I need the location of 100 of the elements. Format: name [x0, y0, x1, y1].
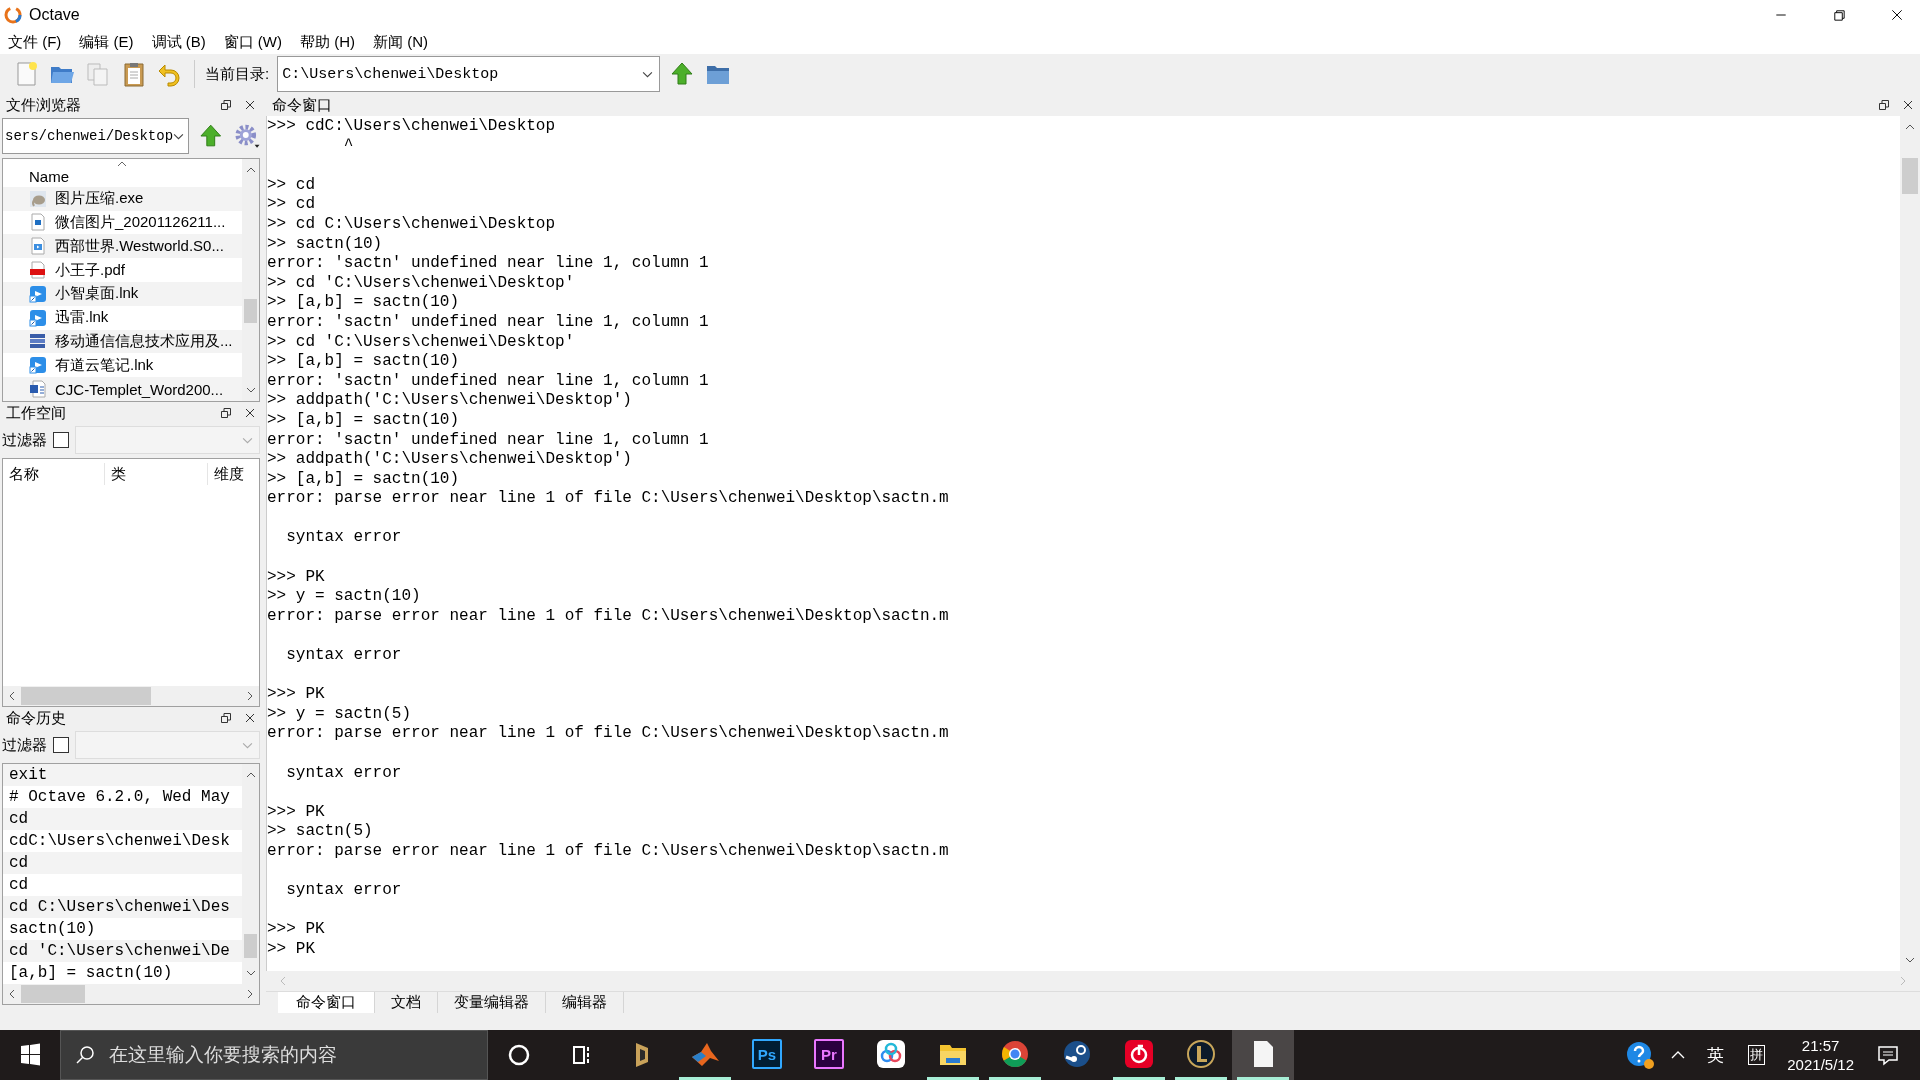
file-name[interactable]: 有道云笔记.lnk	[55, 355, 154, 375]
scrollbar-thumb[interactable]	[244, 934, 257, 958]
stacked-books-icon	[29, 332, 47, 351]
path-dropdown[interactable]: sers/chenwei/Desktop	[2, 118, 189, 154]
scrollbar-thumb[interactable]	[1902, 158, 1918, 194]
console-line: error: 'sactn' undefined near line 1, column 1	[267, 430, 709, 451]
console-line: >> y = sactn(10)	[267, 587, 421, 607]
scrollbar-thumb[interactable]	[244, 299, 257, 323]
history-entry[interactable]: cd	[3, 852, 242, 874]
file-name[interactable]: 微信图片_20201126211...	[55, 212, 226, 232]
input-method-indicator[interactable]: 拼	[1748, 1045, 1766, 1065]
console-line: error: parse error near line 1 of file C:\Users\chenwei\Desktop\sactn.m	[267, 489, 949, 509]
shortcut-icon	[29, 356, 47, 375]
tab[interactable]: 命令窗口	[278, 992, 375, 1013]
history-entry[interactable]: [a,b] = sactn(10)	[3, 962, 242, 984]
game-icon[interactable]	[1186, 1039, 1216, 1069]
console-line: >>> PK	[267, 684, 325, 705]
history-entry[interactable]: cd 'C:\Users\chenwei\De	[3, 940, 242, 962]
history-entry[interactable]: exit	[3, 764, 242, 786]
menu-item[interactable]: 新闻 (N)	[373, 32, 428, 52]
filter-label: 过滤器	[2, 735, 47, 755]
console-line: >> [a,b] = sactn(10)	[267, 352, 460, 372]
console-line: >> cd 'C:\Users\chenwei\Desktop'	[267, 332, 575, 353]
scrollbar[interactable]	[3, 984, 259, 1004]
history-entry[interactable]: cdC:\Users\chenwei\Desk	[3, 830, 242, 852]
undock-icon[interactable]	[220, 99, 232, 111]
console-line: error: parse error near line 1 of file C:\Users\chenwei\Desktop\sactn.m	[267, 841, 949, 862]
notification-icon[interactable]	[1876, 1043, 1900, 1067]
column-header[interactable]: 名称	[3, 463, 105, 485]
console-line: >> cd	[267, 195, 315, 215]
chrome-icon[interactable]	[1000, 1039, 1030, 1069]
search-icon	[75, 1045, 95, 1065]
menu-item[interactable]: 调试 (B)	[151, 32, 206, 52]
column-header[interactable]: 维度	[208, 463, 259, 485]
help-icon[interactable]	[1625, 1040, 1656, 1070]
console-line: error: 'sactn' undefined near line 1, column 1	[267, 312, 709, 333]
column-header[interactable]: Name	[29, 167, 69, 187]
image-file-icon	[29, 213, 47, 232]
scrollbar-thumb[interactable]	[21, 687, 151, 705]
console-line: ^	[342, 136, 354, 157]
pdf-file-icon	[29, 261, 47, 280]
scrollbar[interactable]	[3, 686, 259, 706]
column-header[interactable]: 类	[105, 463, 208, 485]
shortcut-icon	[29, 284, 47, 303]
console-line: >> cd 'C:\Users\chenwei\Desktop'	[267, 273, 575, 294]
console-line: syntax error	[285, 527, 402, 549]
history-entry[interactable]: sactn(10)	[3, 918, 242, 940]
search-field[interactable]: 在这里输入你要搜索的内容	[60, 1030, 488, 1080]
undock-icon[interactable]	[1878, 99, 1890, 111]
menu-item[interactable]: 文件 (F)	[8, 32, 62, 52]
filter-checkbox[interactable]	[53, 737, 69, 753]
chevron-up-icon[interactable]	[1671, 1050, 1686, 1060]
history-entry[interactable]: cd C:\Users\chenwei\Des	[3, 896, 242, 918]
console-line: >> PK	[267, 939, 315, 960]
console-line: >>> PK	[267, 919, 325, 940]
history-entry[interactable]: cd	[3, 874, 242, 896]
close-icon[interactable]	[1902, 99, 1914, 111]
menu-item[interactable]: 窗口 (W)	[223, 32, 282, 52]
panel-title: 文件浏览器	[6, 95, 81, 115]
console-line: >> addpath('C:\Users\chenwei\Desktop')	[267, 450, 632, 470]
file-name[interactable]: 小王子.pdf	[55, 260, 126, 280]
menu-item[interactable]: 帮助 (H)	[300, 32, 355, 52]
scrollbar[interactable]	[242, 159, 259, 401]
undock-icon[interactable]	[220, 407, 232, 419]
console-line: >> addpath('C:\Users\chenwei\Desktop')	[267, 391, 632, 411]
current-directory-dropdown[interactable]: C:\Users\chenwei\Desktop	[277, 56, 661, 92]
scrollbar[interactable]	[242, 764, 259, 984]
language-indicator[interactable]: 英	[1707, 1043, 1725, 1067]
app-icon[interactable]: Ps	[752, 1039, 782, 1069]
console-line: syntax error	[285, 880, 402, 901]
console-line: >>> PK	[267, 566, 325, 588]
console-line: >>> PK	[267, 801, 325, 823]
close-icon[interactable]	[244, 407, 256, 419]
undock-icon[interactable]	[220, 712, 232, 724]
console-line: >> [a,b] = sactn(10)	[267, 469, 460, 490]
menu-item[interactable]: 编辑 (E)	[79, 32, 134, 52]
history-entry[interactable]: cd	[3, 808, 242, 830]
console-line: >> cd	[267, 174, 315, 196]
panel-title: 命令窗口	[272, 95, 332, 115]
console-line: >> y = sactn(5)	[267, 704, 412, 725]
octave-logo-icon	[3, 5, 23, 25]
app-icon[interactable]: Pr	[814, 1039, 844, 1069]
filter-checkbox[interactable]	[53, 432, 69, 448]
console-line: error: 'sactn' undefined near line 1, column 1	[267, 254, 709, 274]
clock-time[interactable]: 21:57	[1801, 1036, 1840, 1055]
history-entry[interactable]: # Octave 6.2.0, Wed May	[3, 786, 242, 808]
close-icon[interactable]	[244, 712, 256, 724]
console-line: error: parse error near line 1 of file C:\Users\chenwei\Desktop\sactn.m	[267, 724, 949, 744]
clock-date[interactable]: 2021/5/12	[1787, 1055, 1854, 1074]
video-file-icon	[29, 237, 47, 256]
console-line: >> [a,b] = sactn(10)	[267, 293, 460, 313]
steam-icon[interactable]	[1062, 1039, 1092, 1069]
file-name[interactable]: 迅雷.lnk	[55, 308, 109, 328]
scrollbar-thumb[interactable]	[21, 985, 85, 1003]
filter-label: 过滤器	[2, 430, 47, 450]
current-directory-label: 当前目录:	[205, 64, 270, 84]
window-title: Octave	[29, 6, 80, 24]
close-icon[interactable]	[244, 99, 256, 111]
console-line: error: parse error near line 1 of file C:\Users\chenwei\Desktop\sactn.m	[267, 606, 949, 627]
console-line: syntax error	[285, 645, 402, 666]
